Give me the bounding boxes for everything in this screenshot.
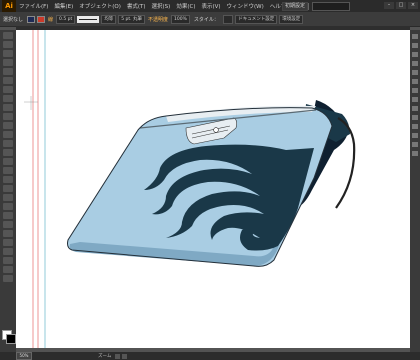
menu-view[interactable]: 表示(V) [198,2,223,10]
menu-edit[interactable]: 編集(E) [51,2,76,10]
paintbrush-tool-icon[interactable] [3,104,13,111]
menu-select[interactable]: 選択(S) [149,2,174,10]
status-next-icon[interactable] [122,353,128,359]
rotate-tool-icon[interactable] [3,140,13,147]
graphic-styles-panel-icon[interactable] [412,106,418,111]
zoom-tool-icon[interactable] [3,275,13,282]
color-panel-icon[interactable] [412,34,418,39]
appearance-panel-icon[interactable] [412,97,418,102]
menu-window[interactable]: ウィンドウ(W) [224,2,267,10]
slice-tool-icon[interactable] [3,257,13,264]
line-tool-icon[interactable] [3,86,13,93]
artwork [24,30,356,348]
magic-wand-tool-icon[interactable] [3,50,13,57]
blob-brush-tool-icon[interactable] [3,122,13,129]
transparency-panel-icon[interactable] [412,88,418,93]
mesh-tool-icon[interactable] [3,194,13,201]
selection-status: 選択なし [3,16,24,23]
symbols-panel-icon[interactable] [412,61,418,66]
workspace-select[interactable]: 初期設定 [282,1,309,11]
variable-width-profile[interactable] [77,15,100,23]
stroke-panel-icon[interactable] [412,70,418,75]
direct-selection-tool-icon[interactable] [3,41,13,48]
eraser-tool-icon[interactable] [3,131,13,138]
status-prev-icon[interactable] [115,353,121,359]
status-bar: 50% ズーム [0,352,420,360]
perspective-grid-tool-icon[interactable] [3,185,13,192]
style-label: スタイル： [193,16,219,23]
zoom-level[interactable]: 50% [16,352,32,360]
menu-object[interactable]: オブジェクト(O) [76,2,124,10]
control-bar: 選択なし 線 0.5 pt 均等 5 pt. 丸筆 不透明度 100% スタイル… [0,12,420,27]
status-tool: ズーム [98,354,112,359]
help-search-input[interactable] [312,1,351,11]
artboard-canvas[interactable] [16,30,410,348]
document-setup-button[interactable]: ドキュメント設定 [235,14,278,24]
blend-tool-icon[interactable] [3,221,13,228]
stroke-color-icon[interactable] [6,334,16,344]
workspace-switcher: 初期設定 [282,1,351,11]
swatches-panel-icon[interactable] [412,43,418,48]
brushes-panel-icon[interactable] [412,52,418,57]
gradient-panel-icon[interactable] [412,79,418,84]
gradient-tool-icon[interactable] [3,203,13,210]
menu-type[interactable]: 書式(T) [124,2,149,10]
stroke-link[interactable]: 線 [46,16,55,23]
transform-panel-icon[interactable] [412,151,418,156]
width-tool-icon[interactable] [3,158,13,165]
status-arrows [115,353,128,359]
graph-tool-icon[interactable] [3,239,13,246]
fill-swatch[interactable] [27,15,36,23]
eyedropper-tool-icon[interactable] [3,212,13,219]
shape-builder-tool-icon[interactable] [3,176,13,183]
layers-panel-icon[interactable] [412,115,418,120]
symbol-sprayer-tool-icon[interactable] [3,230,13,237]
window-controls: – □ × [384,2,418,9]
pencil-tool-icon[interactable] [3,113,13,120]
scale-tool-icon[interactable] [3,149,13,156]
align-panel-icon[interactable] [412,133,418,138]
panel-dock [410,30,420,356]
menu-effect[interactable]: 効果(C) [173,2,198,10]
illustrator-logo: Ai [2,0,16,12]
maximize-button[interactable]: □ [396,2,406,9]
selection-tool-icon[interactable] [3,32,13,39]
close-button[interactable]: × [408,2,418,9]
fill-stroke-widget[interactable] [2,330,16,344]
preferences-button[interactable]: 環境設定 [279,14,304,24]
profile-select[interactable]: 均等 [101,14,117,24]
pathfinder-panel-icon[interactable] [412,142,418,147]
tools-panel [0,30,16,356]
menu-file[interactable]: ファイル(F) [16,2,51,10]
lasso-tool-icon[interactable] [3,59,13,66]
minimize-button[interactable]: – [384,2,394,9]
brush-select[interactable]: 5 pt. 丸筆 [118,14,146,24]
rectangle-tool-icon[interactable] [3,95,13,102]
stroke-swatch[interactable] [37,15,46,23]
menu-bar: Ai ファイル(F) 編集(E) オブジェクト(O) 書式(T) 選択(S) 効… [0,0,420,12]
pen-tool-icon[interactable] [3,68,13,75]
style-select[interactable] [222,14,234,24]
artboards-panel-icon[interactable] [412,124,418,129]
opacity-link[interactable]: 不透明度 [146,16,170,23]
latch-rivet [213,127,219,133]
hand-tool-icon[interactable] [3,266,13,273]
stroke-weight-select[interactable]: 0.5 pt [56,14,76,24]
artboard-tool-icon[interactable] [3,248,13,255]
free-transform-tool-icon[interactable] [3,167,13,174]
type-tool-icon[interactable] [3,77,13,84]
opacity-select[interactable]: 100% [171,14,190,24]
